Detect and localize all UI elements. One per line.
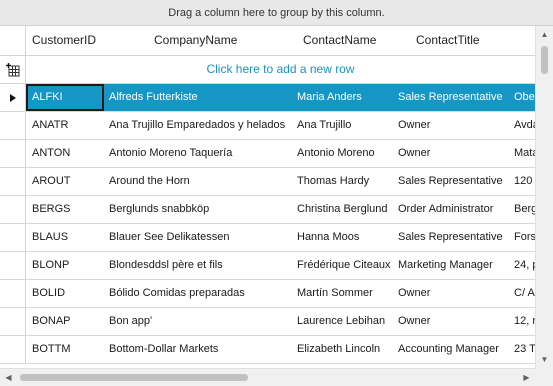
cell-companyname[interactable]: Blauer See Delikatessen [104,224,292,251]
row-indicator[interactable] [0,308,26,335]
cell-contacttitle[interactable]: Owner [394,280,510,307]
cell-customerid[interactable]: ANTON [26,140,104,167]
grid-rows: ALFKI Alfreds Futterkiste Maria Anders Sale… [0,84,535,364]
cell-customerid[interactable]: ANATR [26,112,104,139]
cell-contacttitle[interactable]: Sales Representative [394,224,510,251]
cell-companyname[interactable]: Bon app' [104,308,292,335]
cell-customerid[interactable]: BOTTM [26,336,104,363]
cell-contactname[interactable]: Maria Anders [292,84,394,111]
table-row[interactable]: BERGS Berglunds snabbköp Christina Berglun… [0,196,535,224]
cell-contactname[interactable]: Elizabeth Lincoln [292,336,394,363]
column-header-row: CustomerID CompanyName ContactName Conta… [0,26,535,56]
cell-contacttitle[interactable]: Sales Representative [394,168,510,195]
cell-contacttitle[interactable]: Owner [394,112,510,139]
cell-contacttitle[interactable]: Owner [394,140,510,167]
cell-address[interactable]: Ober [510,84,535,111]
table-add-icon [5,62,19,76]
row-indicator[interactable] [0,224,26,251]
cell-contactname[interactable]: Martín Sommer [292,280,394,307]
cell-contacttitle[interactable]: Sales Representative [394,84,510,111]
cell-customerid[interactable]: BLAUS [26,224,104,251]
table-row[interactable]: ANTON Antonio Moreno Taquería Antonio More… [0,140,535,168]
row-indicator[interactable] [0,140,26,167]
cell-address[interactable]: C/ Ar [510,280,535,307]
horizontal-scrollbar[interactable]: ◀ ▶ [0,368,535,386]
table-row[interactable]: BOTTM Bottom-Dollar Markets Elizabeth Linc… [0,336,535,364]
row-indicator[interactable] [0,168,26,195]
scroll-left-icon[interactable]: ◀ [0,369,17,386]
cell-companyname[interactable]: Berglunds snabbköp [104,196,292,223]
table-row[interactable]: BLONP Blondesddsl père et fils Frédérique … [0,252,535,280]
table-row[interactable]: BOLID Bólido Comidas preparadas Martín Som… [0,280,535,308]
cell-address[interactable]: Avda [510,112,535,139]
column-header-contacttitle[interactable]: ContactTitle [416,26,480,55]
cell-customerid[interactable]: ALFKI [26,84,104,111]
add-new-row-label[interactable]: Click here to add a new row [26,56,535,83]
cell-companyname[interactable]: Ana Trujillo Emparedados y helados [104,112,292,139]
cell-contactname[interactable]: Hanna Moos [292,224,394,251]
cell-customerid[interactable]: BONAP [26,308,104,335]
cell-customerid[interactable]: AROUT [26,168,104,195]
current-row-arrow-icon [9,93,16,102]
cell-address[interactable]: Bergu [510,196,535,223]
add-new-row[interactable]: Click here to add a new row [0,56,535,84]
cell-contacttitle[interactable]: Order Administrator [394,196,510,223]
cell-contactname[interactable]: Frédérique Citeaux [292,252,394,279]
vertical-scrollbar[interactable]: ▲ ▼ [535,26,553,368]
row-indicator[interactable] [0,84,26,111]
cell-contacttitle[interactable]: Marketing Manager [394,252,510,279]
customers-grid[interactable]: CustomerID CompanyName ContactName Conta… [0,26,535,368]
table-row[interactable]: BONAPBon app'Laurence LebihanOwner12, ru [0,308,535,336]
column-header-contactname[interactable]: ContactName [303,26,376,55]
row-indicator[interactable] [0,336,26,363]
row-indicator[interactable] [0,280,26,307]
scrollbar-corner [535,368,553,386]
cell-contactname[interactable]: Thomas Hardy [292,168,394,195]
cell-address[interactable]: 24, p [510,252,535,279]
cell-companyname[interactable]: Alfreds Futterkiste [104,84,292,111]
scroll-up-icon[interactable]: ▲ [536,26,553,43]
cell-contactname[interactable]: Ana Trujillo [292,112,394,139]
cell-companyname[interactable]: Bólido Comidas preparadas [104,280,292,307]
column-header-customerid[interactable]: CustomerID [32,26,96,55]
horizontal-scroll-thumb[interactable] [20,374,248,381]
row-indicator[interactable] [0,252,26,279]
cell-contactname[interactable]: Laurence Lebihan [292,308,394,335]
group-by-panel[interactable]: Drag a column here to group by this colu… [0,0,553,26]
table-row[interactable]: ANATR Ana Trujillo Emparedados y helados A… [0,112,535,140]
cell-customerid[interactable]: BERGS [26,196,104,223]
cell-address[interactable]: Forst [510,224,535,251]
cell-contacttitle[interactable]: Accounting Manager [394,336,510,363]
row-indicator[interactable] [0,196,26,223]
vertical-scroll-thumb[interactable] [541,46,548,74]
cell-contactname[interactable]: Christina Berglund [292,196,394,223]
table-row[interactable]: ALFKI Alfreds Futterkiste Maria Anders Sale… [0,84,535,112]
cell-companyname[interactable]: Antonio Moreno Taquería [104,140,292,167]
cell-contacttitle[interactable]: Owner [394,308,510,335]
table-row[interactable]: AROUT Around the Horn Thomas Hardy Sales Re… [0,168,535,196]
cell-address[interactable]: 23 Ts [510,336,535,363]
cell-companyname[interactable]: Bottom-Dollar Markets [104,336,292,363]
cell-address[interactable]: Mata [510,140,535,167]
column-header-companyname[interactable]: CompanyName [154,26,237,55]
scroll-down-icon[interactable]: ▼ [536,351,553,368]
cell-address[interactable]: 12, ru [510,308,535,335]
header-indicator-cell [0,26,26,55]
cell-customerid[interactable]: BLONP [26,252,104,279]
table-row[interactable]: BLAUS Blauer See Delikatessen Hanna Moos Sa… [0,224,535,252]
cell-companyname[interactable]: Around the Horn [104,168,292,195]
row-indicator[interactable] [0,112,26,139]
cell-companyname[interactable]: Blondesddsl père et fils [104,252,292,279]
cell-address[interactable]: 120 H [510,168,535,195]
scroll-right-icon[interactable]: ▶ [518,369,535,386]
new-row-indicator [0,56,26,83]
cell-customerid[interactable]: BOLID [26,280,104,307]
cell-contactname[interactable]: Antonio Moreno [292,140,394,167]
group-by-hint: Drag a column here to group by this colu… [168,6,385,19]
